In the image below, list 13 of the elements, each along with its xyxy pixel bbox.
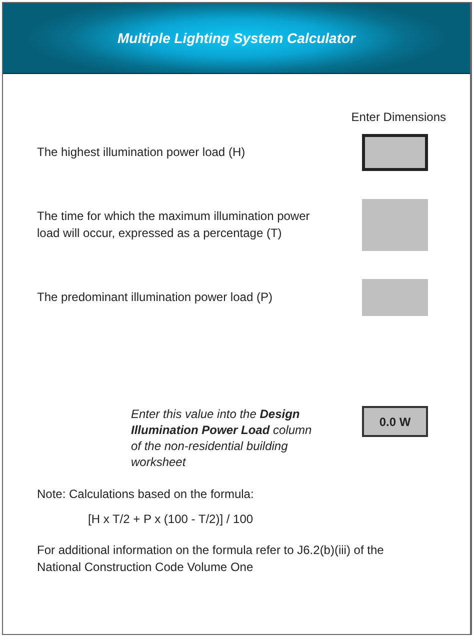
- column-heading: Enter Dimensions: [351, 110, 446, 124]
- field-label: The time for which the maximum illumination power load will occur, expressed as a percentage (T): [37, 208, 311, 242]
- page-title: Multiple Lighting System Calculator: [117, 30, 356, 46]
- input-field[interactable]: [362, 199, 428, 251]
- result-instruction: Enter this value into the Design Illumination Power Load column of the non-residential building worksheet: [131, 406, 313, 470]
- input-field[interactable]: [362, 134, 428, 171]
- field-label: The highest illumination power load (H): [37, 144, 246, 161]
- result-value: 0.0 W: [362, 406, 428, 437]
- formula-text: [H x T/2 + P x (100 - T/2)] / 100: [88, 512, 254, 526]
- note-text: Note: Calculations based on the formula:: [37, 486, 255, 503]
- field-label: The predominant illumination power load (P): [37, 289, 274, 306]
- note-text: For additional information on the formula refer to J6.2(b)(iii) of the National Construction Code Volume One: [37, 542, 385, 576]
- input-field[interactable]: [362, 279, 428, 316]
